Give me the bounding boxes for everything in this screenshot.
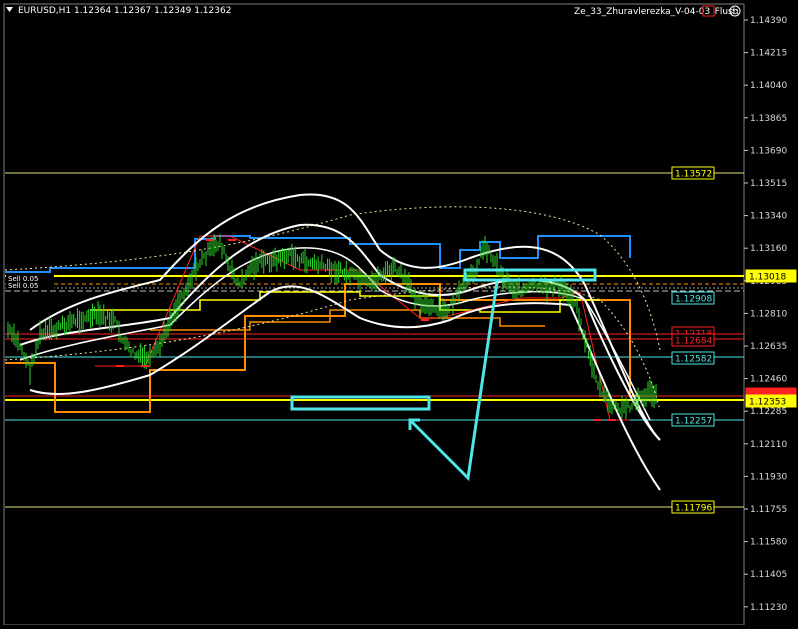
- left-order-labels: Sell 0.05 Sell 0.05: [6, 275, 54, 290]
- axis-tick-label: 1.13865: [750, 114, 787, 124]
- axis-tick-label: 1.13690: [750, 146, 787, 156]
- order-label-2: Sell 0.05: [8, 282, 38, 290]
- price-tag-level-11796[interactable]: 1.11796: [671, 500, 715, 514]
- price-tag-label: 1.12353: [749, 398, 786, 408]
- price-tag-label: 1.12257: [675, 417, 712, 427]
- axis-tick-label: 1.11755: [750, 505, 787, 515]
- chart-background: [0, 0, 798, 625]
- axis-tick-label: 1.11230: [750, 603, 787, 613]
- axis-tick-label: 1.14040: [750, 81, 787, 91]
- price-tag-level-12684[interactable]: 1.12684: [671, 333, 715, 347]
- axis-tick-label: 1.13160: [750, 244, 787, 254]
- symbol-info: EURUSD,H1 1.12364 1.12367 1.12349 1.1236…: [18, 6, 231, 16]
- axis-tick-label: 1.11580: [750, 538, 787, 548]
- price-tag-level-12257[interactable]: 1.12257: [671, 413, 715, 427]
- axis-tick-label: 1.12110: [750, 440, 787, 450]
- chart-window[interactable]: Sell 0.05 Sell 0.05 EURUSD,H1 1.12364 1.…: [0, 0, 798, 626]
- axis-tick-label: 1.12460: [750, 375, 787, 385]
- axis-tick-label: 1.12635: [750, 342, 787, 352]
- axis-tick-label: 1.12285: [750, 407, 787, 417]
- price-tag-level-12908[interactable]: 1.12908: [671, 291, 715, 305]
- axis-tick-label: 1.14215: [750, 49, 787, 59]
- axis-tick-label: 1.11405: [750, 570, 787, 580]
- price-tag-label: 1.11796: [675, 504, 712, 514]
- axis-tick-label: 1.13340: [750, 212, 787, 222]
- price-tag-level-12582[interactable]: 1.12582: [671, 351, 715, 365]
- price-tag-label: 1.12908: [675, 295, 712, 305]
- axis-tick-label: 1.11930: [750, 472, 787, 482]
- axis-tick-label: 1.14390: [750, 16, 787, 26]
- price-tag-level-12353[interactable]: 1.12353: [745, 394, 797, 408]
- price-chart[interactable]: Sell 0.05 Sell 0.05 EURUSD,H1 1.12364 1.…: [0, 0, 798, 626]
- price-tag-label: 1.12684: [675, 337, 712, 347]
- price-tag-level-13018[interactable]: 1.13018: [745, 269, 797, 283]
- price-tag-label: 1.13572: [675, 170, 712, 180]
- price-tag-label: 1.13018: [749, 273, 786, 283]
- price-tag-label: 1.12582: [675, 355, 712, 365]
- axis-tick-label: 1.12810: [750, 309, 787, 319]
- axis-tick-label: 1.13515: [750, 179, 787, 189]
- price-tag-level-13572[interactable]: 1.13572: [671, 166, 715, 180]
